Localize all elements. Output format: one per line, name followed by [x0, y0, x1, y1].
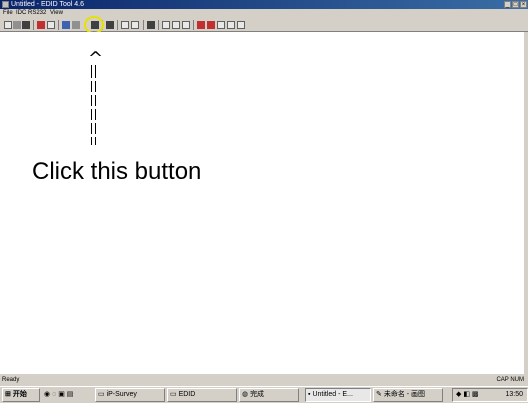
clock: 13:50	[505, 391, 523, 398]
toolbar-separator	[193, 20, 194, 30]
windows-flag-icon: ⊞	[5, 391, 11, 398]
menu-file[interactable]: File	[3, 9, 13, 18]
volume-icon[interactable]: ◧	[463, 391, 470, 398]
toolbar	[0, 18, 528, 32]
start-button[interactable]: ⊞ 开始	[2, 388, 40, 402]
task-paint[interactable]: ✎ 未命名 - 画图	[373, 388, 443, 402]
menu-view[interactable]: View	[50, 9, 63, 18]
connect-icon[interactable]	[72, 21, 80, 29]
arrow-gap	[90, 120, 97, 123]
document-area[interactable]	[0, 32, 524, 374]
tray-icons: ◆ ◧ ▩	[456, 389, 479, 401]
maximize-button[interactable]: □	[512, 1, 519, 8]
ie-icon[interactable]: ◉	[44, 391, 50, 398]
task-edid[interactable]: ▭ EDID	[167, 388, 237, 402]
title-bar[interactable]: Untitled - EDID Tool 4.6 _ □ ×	[0, 0, 528, 9]
arrow-gap	[90, 92, 97, 95]
folder-icon: ▭	[170, 391, 177, 398]
menu-rs232[interactable]: RS232	[28, 9, 46, 18]
write-edid-icon[interactable]	[47, 21, 55, 29]
app-icon	[2, 1, 9, 8]
taskbar: ⊞ 开始 ◉ ◌ ▣ ▤ ▭ iP-Survey ▭ EDID ◍ 完成 ▪ U…	[0, 386, 528, 403]
outlook-icon[interactable]: ◌	[52, 391, 56, 398]
network-icon[interactable]: ◆	[456, 391, 461, 398]
folder-icon: ▭	[98, 391, 105, 398]
paint-icon: ✎	[376, 391, 382, 398]
prev-icon[interactable]	[121, 21, 129, 29]
vertical-scrollbar[interactable]	[524, 32, 528, 374]
status-indicators: CAP NUM	[496, 377, 524, 383]
task-done[interactable]: ◍ 完成	[239, 388, 299, 402]
print-icon[interactable]	[147, 21, 155, 29]
task-ip-survey[interactable]: ▭ iP-Survey	[95, 388, 165, 402]
disconnect-icon[interactable]	[106, 21, 114, 29]
new-file-icon[interactable]	[4, 21, 12, 29]
block-a-icon[interactable]	[197, 21, 205, 29]
status-text: Ready	[2, 377, 20, 383]
status-bar: Ready CAP NUM	[0, 374, 528, 386]
block-b-icon[interactable]	[207, 21, 215, 29]
toolbar-separator	[58, 20, 59, 30]
block-d-icon[interactable]	[227, 21, 235, 29]
compare-icon[interactable]	[172, 21, 180, 29]
callout-text: Click this button	[32, 158, 202, 185]
media-icon[interactable]: ▤	[67, 391, 74, 398]
toolbar-separator	[158, 20, 159, 30]
block-e-icon[interactable]	[237, 21, 245, 29]
input-method-icon[interactable]: ▩	[472, 391, 479, 398]
quick-launch: ◉ ◌ ▣ ▤	[44, 388, 73, 402]
edid-tool-window: Untitled - EDID Tool 4.6 _ □ × File IDC …	[0, 0, 528, 403]
checksum-icon[interactable]	[182, 21, 190, 29]
save-file-icon[interactable]	[22, 21, 30, 29]
read-edid-icon[interactable]	[37, 21, 45, 29]
window-title: Untitled - EDID Tool 4.6	[11, 1, 85, 8]
menu-idc[interactable]: IDC	[16, 9, 26, 18]
minimize-button[interactable]: _	[504, 1, 511, 8]
desktop-icon[interactable]: ▣	[58, 391, 65, 398]
start-label: 开始	[12, 391, 27, 398]
block-c-icon[interactable]	[217, 21, 225, 29]
task-edid-tool[interactable]: ▪ Untitled - E...	[305, 388, 371, 402]
open-file-icon[interactable]	[13, 21, 21, 29]
arrow-shaft	[91, 65, 96, 145]
arrow-gap	[90, 134, 97, 137]
close-button[interactable]: ×	[520, 1, 527, 8]
port-settings-icon[interactable]	[62, 21, 70, 29]
toolbar-separator	[143, 20, 144, 30]
toolbar-separator	[117, 20, 118, 30]
menu-bar: File IDC RS232 View	[0, 9, 528, 18]
app-icon: ▪	[308, 391, 311, 398]
toolbar-separator	[33, 20, 34, 30]
arrow-gap	[90, 78, 97, 81]
next-icon[interactable]	[131, 21, 139, 29]
browser-icon: ◍	[242, 391, 249, 398]
system-tray: ◆ ◧ ▩ 13:50	[452, 388, 528, 402]
arrow-gap	[90, 106, 97, 109]
edit-icon[interactable]	[162, 21, 170, 29]
